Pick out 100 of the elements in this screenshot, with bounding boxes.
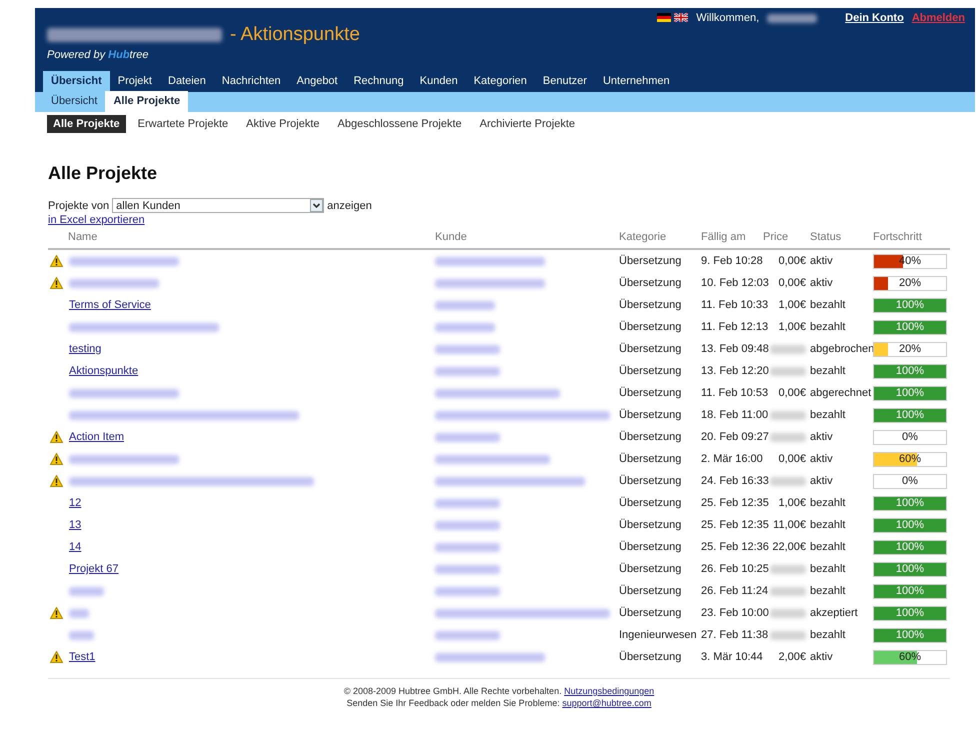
due-date-text: 25. Feb 12:36 <box>701 541 769 553</box>
progress-bar: 100% <box>873 386 947 400</box>
project-link[interactable]: 12 <box>69 497 82 509</box>
due-date-text: 20. Feb 09:27 <box>701 431 769 443</box>
due-date-text: 26. Feb 10:25 <box>701 563 769 575</box>
category-text: Übersetzung <box>619 607 682 619</box>
status-text: aktiv <box>810 453 833 465</box>
progress-bar: 100% <box>873 298 947 312</box>
status-text: aktiv <box>810 431 833 443</box>
price-text: 1,00€ <box>778 321 806 333</box>
customer-dropdown[interactable]: allen Kunden <box>112 198 324 213</box>
progress-bar: 100% <box>873 320 947 334</box>
status-text: bezahlt <box>810 585 846 597</box>
welcome-text: Willkommen, <box>696 12 760 24</box>
redacted-text <box>770 586 806 596</box>
project-link[interactable]: testing <box>69 343 102 355</box>
redacted-text <box>435 344 500 354</box>
category-text: Übersetzung <box>619 519 682 531</box>
category-text: Übersetzung <box>619 563 682 575</box>
progress-bar: 100% <box>873 496 947 510</box>
filter-tab[interactable]: Alle Projekte <box>47 115 126 133</box>
nav-tab[interactable]: Kategorien <box>466 71 535 92</box>
filter-tab[interactable]: Abgeschlossene Projekte <box>332 115 468 133</box>
project-link[interactable]: Aktionspunkte <box>69 365 138 377</box>
powered-by-text: Powered by Hubtree <box>47 49 150 61</box>
redacted-text <box>435 322 495 332</box>
category-text: Übersetzung <box>619 277 682 289</box>
redacted-text <box>69 630 94 640</box>
feedback-text: Senden Sie Ihr Feedback oder melden Sie Probleme: <box>346 698 560 708</box>
column-header: Fortschritt <box>873 231 922 243</box>
caret-icon[interactable] <box>310 199 324 212</box>
project-link[interactable]: 13 <box>69 519 82 531</box>
redacted-text <box>767 14 818 23</box>
nav-tab[interactable]: Übersicht <box>43 71 110 92</box>
project-link[interactable]: 14 <box>69 541 82 553</box>
due-date-text: 27. Feb 11:38 <box>701 629 768 641</box>
subnav-tab[interactable]: Übersicht <box>43 91 106 112</box>
redacted-text <box>435 366 500 376</box>
due-date-text: 9. Feb 10:28 <box>701 255 763 267</box>
uk-flag-icon[interactable] <box>674 13 688 22</box>
export-link[interactable]: in Excel exportieren <box>48 214 145 226</box>
category-text: Übersetzung <box>619 255 682 267</box>
nav-tab[interactable]: Unternehmen <box>594 71 678 92</box>
redacted-text <box>69 608 89 618</box>
redacted-text <box>770 366 806 376</box>
project-link[interactable]: Test1 <box>69 651 96 663</box>
project-link[interactable]: Projekt 67 <box>69 563 119 575</box>
terms-link[interactable]: Nutzungsbedingungen <box>564 686 654 696</box>
status-text: akzeptiert <box>810 607 858 619</box>
progress-bar: 100% <box>873 628 947 642</box>
redacted-text <box>770 344 806 354</box>
filter-tab[interactable]: Erwartete Projekte <box>132 115 234 133</box>
category-text: Übersetzung <box>619 585 682 597</box>
redacted-text <box>435 586 500 596</box>
due-date-text: 11. Feb 10:33 <box>701 299 768 311</box>
status-text: aktiv <box>810 651 833 663</box>
category-text: Übersetzung <box>619 431 682 443</box>
redacted-text <box>435 520 500 530</box>
account-link[interactable]: Dein Konto <box>845 12 904 24</box>
project-link[interactable]: Action Item <box>69 431 124 443</box>
nav-tab[interactable]: Kunden <box>412 71 466 92</box>
progress-bar: 100% <box>873 562 947 576</box>
nav-tab[interactable]: Nachrichten <box>214 71 289 92</box>
status-text: aktiv <box>810 475 833 487</box>
column-header: Kunde <box>435 231 467 243</box>
status-text: bezahlt <box>810 563 846 575</box>
nav-tab[interactable]: Rechnung <box>346 71 412 92</box>
german-flag-icon[interactable] <box>657 13 672 22</box>
nav-tab[interactable]: Dateien <box>160 71 214 92</box>
subnav-tab[interactable]: Alle Projekte <box>105 91 188 112</box>
progress-bar: 100% <box>873 408 947 422</box>
progress-bar: 20% <box>873 276 947 290</box>
redacted-text <box>770 608 806 618</box>
redacted-text <box>770 410 806 420</box>
nav-tab[interactable]: Benutzer <box>534 71 595 92</box>
nav-tab[interactable]: Angebot <box>288 71 346 92</box>
price-text: 0,00€ <box>778 277 806 289</box>
price-text: 1,00€ <box>778 299 806 311</box>
price-text: 1,00€ <box>778 497 806 509</box>
redacted-text <box>435 542 500 552</box>
filter-tab[interactable]: Archivierte Projekte <box>474 115 582 133</box>
status-text: bezahlt <box>810 497 846 509</box>
status-text: bezahlt <box>810 541 846 553</box>
redacted-text <box>435 498 500 508</box>
page-title: - Aktionspunkte <box>230 24 360 46</box>
due-date-text: 2. Mär 16:00 <box>701 453 763 465</box>
email-link[interactable]: support@hubtree.com <box>562 698 652 708</box>
redacted-text <box>770 432 806 442</box>
filter-tab[interactable]: Aktive Projekte <box>240 115 326 133</box>
status-text: aktiv <box>810 277 833 289</box>
due-date-text: 3. Mär 10:44 <box>701 651 763 663</box>
status-text: bezahlt <box>810 519 846 531</box>
column-header: Price <box>763 231 788 243</box>
redacted-text <box>770 476 806 486</box>
progress-bar: 20% <box>873 342 947 356</box>
redacted-text <box>435 564 500 574</box>
status-text: abgebrochen <box>810 343 874 355</box>
column-header: Name <box>68 231 98 243</box>
project-link[interactable]: Terms of Service <box>69 299 151 311</box>
nav-tab[interactable]: Projekt <box>110 71 160 92</box>
